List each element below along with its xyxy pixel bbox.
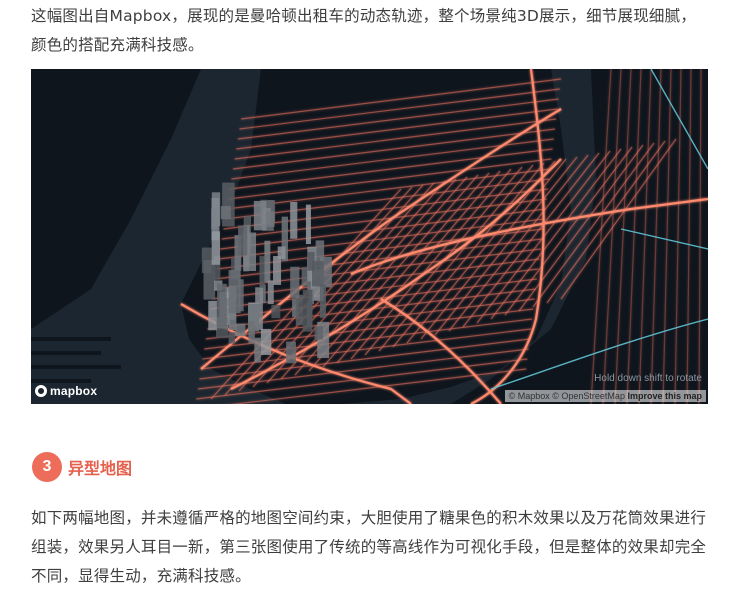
building bbox=[238, 279, 244, 312]
building bbox=[228, 332, 235, 344]
building bbox=[208, 300, 217, 331]
building bbox=[305, 204, 311, 245]
building bbox=[273, 256, 282, 285]
mapbox-logo[interactable]: mapbox bbox=[35, 384, 97, 398]
section-heading: 3 异型地图 bbox=[32, 452, 132, 482]
taxi-trail-map bbox=[31, 69, 708, 404]
building bbox=[238, 225, 248, 256]
building bbox=[307, 252, 315, 271]
mapbox-logo-text: mapbox bbox=[50, 384, 98, 398]
building bbox=[319, 284, 327, 318]
body-paragraph: 如下两幅地图，并未遵循严格的地图空间约束，大胆使用了糖果色的积木效果以及万花筒效… bbox=[31, 509, 707, 585]
building bbox=[254, 337, 261, 363]
attribution-text: © Mapbox © OpenStreetMap bbox=[508, 391, 625, 401]
building bbox=[290, 201, 298, 239]
improve-map-link[interactable]: Improve this map bbox=[627, 391, 702, 401]
building bbox=[267, 280, 274, 305]
building bbox=[222, 182, 235, 227]
building bbox=[211, 231, 221, 265]
mapbox-logo-icon bbox=[35, 385, 47, 397]
building bbox=[302, 289, 313, 332]
building bbox=[264, 240, 271, 283]
building bbox=[260, 328, 272, 355]
building bbox=[235, 323, 246, 337]
rotate-hint: Hold down shift to rotate bbox=[594, 373, 702, 384]
section-number-badge: 3 bbox=[32, 452, 62, 482]
map-image[interactable]: Hold down shift to rotate © Mapbox © Ope… bbox=[31, 69, 708, 404]
building bbox=[314, 326, 323, 340]
building bbox=[203, 260, 216, 300]
building bbox=[217, 283, 227, 328]
building bbox=[259, 256, 265, 288]
building bbox=[286, 341, 296, 364]
intro-paragraph: 这幅图出自Mapbox，展现的是曼哈顿出租车的动态轨迹，整个场景纯3D展示，细节… bbox=[31, 7, 697, 54]
building bbox=[248, 321, 255, 344]
section-title: 异型地图 bbox=[68, 459, 133, 478]
building bbox=[265, 211, 275, 227]
map-attribution[interactable]: © Mapbox © OpenStreetMap Improve this ma… bbox=[504, 390, 706, 402]
building bbox=[271, 304, 281, 319]
building bbox=[295, 294, 304, 326]
building bbox=[220, 206, 231, 220]
building bbox=[290, 266, 300, 299]
